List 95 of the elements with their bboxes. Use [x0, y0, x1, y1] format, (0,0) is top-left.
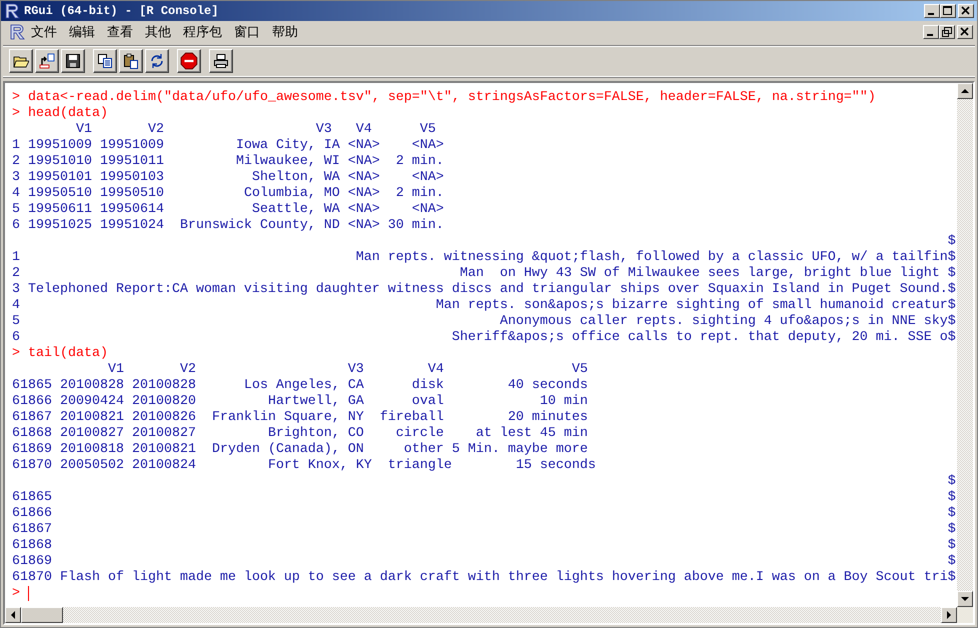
line-end-marker: $: [948, 474, 956, 490]
scroll-right-icon[interactable]: [945, 611, 953, 619]
console-text: Man repts. son&apos;s bizarre sighting of small humanoid creatur: [436, 298, 948, 314]
text-cursor: [28, 586, 29, 601]
row-label: 61869: [12, 554, 52, 570]
close-button[interactable]: [957, 25, 973, 39]
copy-button[interactable]: [93, 49, 117, 73]
console-prompt: >: [12, 586, 20, 602]
console-text: 6 19951025 19951024 Brunswick County, ND <NA> 30 min.: [12, 218, 444, 234]
row-label: 1: [12, 250, 20, 266]
restore-icon: [942, 27, 952, 37]
minimize-icon: [928, 13, 934, 15]
scrollbar-corner: [957, 607, 973, 623]
row-label: 2: [12, 266, 20, 282]
menu-item[interactable]: 文件: [25, 23, 63, 41]
row-label: 4: [12, 298, 20, 314]
clipboard-icon: [123, 53, 139, 69]
console-text: 61870 20050502 20100824 Fort Knox, KY triangle 15 seconds: [12, 458, 596, 474]
console-text: 61869 20100818 20100821 Dryden (Canada), ON other 5 Min. maybe more: [12, 442, 588, 458]
line-end-marker: $: [948, 250, 956, 266]
row-label: 3: [12, 282, 20, 298]
maximize-button[interactable]: [940, 4, 956, 18]
restore-button[interactable]: [939, 25, 955, 39]
line-end-marker: $: [948, 282, 956, 298]
console-text: Sheriff&apos;s office calls to rept. that deputy, 20 mi. SSE o: [452, 330, 948, 346]
horizontal-scrollbar[interactable]: [5, 607, 957, 623]
print-button[interactable]: [209, 49, 233, 73]
window-title: RGui (64-bit) - [R Console]: [24, 4, 218, 18]
console-text: 5 19950611 19950614 Seattle, WA <NA> <NA>: [12, 202, 444, 218]
console-text: Man repts. witnessing &quot;flash, followed by a classic UFO, w/ a tailfin: [356, 250, 948, 266]
row-label: 61870: [12, 570, 52, 586]
open-button[interactable]: [9, 49, 33, 73]
line-end-marker: $: [948, 554, 956, 570]
line-end-marker: $: [948, 522, 956, 538]
scroll-up-icon[interactable]: [961, 87, 969, 95]
console-text: 61866 20090424 20100820 Hartwell, GA oval 10 min: [12, 394, 588, 410]
console-text: 4 19950510 19950510 Columbia, MO <NA> 2 min.: [12, 186, 444, 202]
line-end-marker: $: [948, 298, 956, 314]
row-label: 61865: [12, 490, 52, 506]
line-end-marker: $: [948, 506, 956, 522]
menu-item[interactable]: 其他: [139, 23, 177, 41]
minimize-button[interactable]: [924, 4, 940, 18]
menu-item[interactable]: 程序包: [177, 23, 228, 41]
console-text: V1 V2 V3 V4 V5: [106, 362, 588, 378]
minimize-button[interactable]: [923, 25, 939, 39]
console-command: > tail(data): [12, 346, 108, 362]
printer-icon: [213, 53, 229, 69]
console-text: Flash of light made me look up to see a dark craft with three lights hovering above me.I was on a Boy Scout tri: [60, 570, 948, 586]
close-icon: [960, 27, 970, 37]
console-text: 61867 20100821 20100826 Franklin Square, NY fireball 20 minutes: [12, 410, 588, 426]
line-end-marker: $: [948, 490, 956, 506]
row-label: 6: [12, 330, 20, 346]
stop-button[interactable]: [177, 49, 201, 73]
menu-item[interactable]: 查看: [101, 23, 139, 41]
console-text: 61865 20100828 20100828 Los Angeles, CA disk 40 seconds: [12, 378, 588, 394]
menu-item[interactable]: 窗口: [228, 23, 266, 41]
save-button[interactable]: [61, 49, 85, 73]
maximize-icon: [943, 6, 953, 16]
stop-sign-icon: [180, 52, 198, 70]
refresh-button[interactable]: [145, 49, 169, 73]
console-text: 2 19951010 19951011 Milwaukee, WI <NA> 2 min.: [12, 154, 444, 170]
line-end-marker: $: [948, 314, 956, 330]
scroll-left-icon[interactable]: [9, 611, 17, 619]
load-icon: [39, 53, 55, 69]
row-label: 61866: [12, 506, 52, 522]
console-text: 1 19951009 19951009 Iowa City, IA <NA> <NA>: [12, 138, 444, 154]
minimize-icon: [927, 34, 933, 36]
console-text: 3 19950101 19950103 Shelton, WA <NA> <NA>: [12, 170, 444, 186]
row-label: 61868: [12, 538, 52, 554]
line-end-marker: $: [948, 234, 956, 250]
console-text: V1 V2 V3 V4 V5: [74, 122, 436, 138]
refresh-icon: [149, 53, 165, 69]
r-logo-icon: [4, 3, 20, 19]
console-command: > data<-read.delim("data/ufo/ufo_awesome.tsv", sep="\t", stringsAsFactors=FALSE, header=FALSE, na.string=""): [12, 90, 876, 106]
load-workspace-button[interactable]: [35, 49, 59, 73]
line-end-marker: $: [948, 570, 956, 586]
row-label: 61867: [12, 522, 52, 538]
line-end-marker: $: [948, 330, 956, 346]
console-text: Man on Hwy 43 SW of Milwaukee sees large, bright blue light: [460, 266, 941, 282]
menu-item[interactable]: 编辑: [63, 23, 101, 41]
line-end-marker: $: [948, 266, 956, 282]
scroll-down-icon[interactable]: [961, 595, 969, 603]
row-label: 5: [12, 314, 20, 330]
close-button[interactable]: [958, 4, 974, 18]
vertical-scrollbar[interactable]: [957, 83, 973, 607]
line-end-marker: $: [948, 538, 956, 554]
close-icon: [961, 6, 971, 16]
console-text: Telephoned Report:CA woman visiting daughter witness discs and triangular ships over Squaxin Island in Puget Sound.: [28, 282, 948, 298]
menu-item[interactable]: 帮助: [266, 23, 304, 41]
paste-button[interactable]: [119, 49, 143, 73]
copy-icon: [97, 53, 113, 69]
console-text: Anonymous caller repts. sighting 4 ufo&apos;s in NNE sky: [500, 314, 948, 330]
console-text: 61868 20100827 20100827 Brighton, CO circle at lest 45 min: [12, 426, 588, 442]
console-command: > head(data): [12, 106, 108, 122]
r-logo-icon: [9, 24, 25, 40]
